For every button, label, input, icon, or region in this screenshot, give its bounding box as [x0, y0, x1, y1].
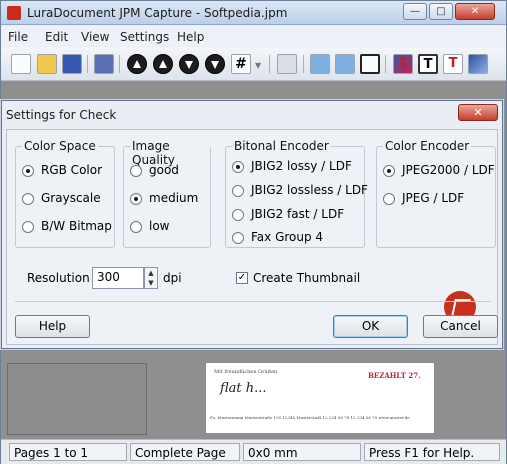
toolbar-separator: [385, 55, 386, 73]
bitonal-encoder-label: Bitonal Encoder: [232, 139, 331, 153]
document-stamp: BEZAHLT 27.: [368, 371, 421, 380]
radio-button[interactable]: [130, 165, 142, 177]
spin-down-icon[interactable]: ▼: [145, 278, 157, 288]
toolbar-separator: [303, 55, 304, 73]
radio-button[interactable]: [22, 165, 34, 177]
radio-label: JBIG2 lossless / LDF: [251, 183, 368, 197]
toolbar: # ▼ T T T: [1, 47, 506, 81]
title-bar: LuraDocument JPM Capture - Softpedia.jpm…: [1, 1, 506, 25]
new-file-icon[interactable]: [11, 54, 31, 74]
zoom-in-icon[interactable]: [310, 54, 330, 74]
menu-view[interactable]: View: [81, 30, 109, 44]
dialog-close-button[interactable]: ✕: [458, 104, 498, 121]
radio-label: JBIG2 lossy / LDF: [251, 159, 352, 173]
status-help-hint: Press F1 for Help.: [364, 443, 500, 461]
dropdown-arrow-icon[interactable]: ▼: [255, 61, 261, 70]
thumbnail-checkbox[interactable]: ✓: [236, 272, 248, 284]
go-to-page-icon[interactable]: #: [231, 54, 251, 74]
text-black-icon[interactable]: T: [418, 54, 438, 74]
menu-bar: File Edit View Settings Help: [1, 26, 506, 46]
first-page-icon[interactable]: [127, 54, 147, 74]
spin-up-icon[interactable]: ▲: [145, 268, 157, 278]
last-page-icon[interactable]: [205, 54, 225, 74]
menu-file[interactable]: File: [8, 30, 28, 44]
ok-button[interactable]: OK: [333, 315, 408, 338]
window-title: LuraDocument JPM Capture - Softpedia.jpm: [27, 6, 288, 20]
status-bar: Pages 1 to 1 Complete Page 0x0 mm Press …: [1, 439, 506, 464]
document-page[interactable]: Mit freundlichen Grüßen flat h... BEZAHL…: [206, 363, 434, 433]
help-button[interactable]: Help: [15, 315, 90, 338]
ocr-icon[interactable]: [277, 54, 297, 74]
radio-label: JPEG2000 / LDF: [402, 163, 495, 177]
background-layer-icon[interactable]: [468, 54, 488, 74]
thumbnail-pane[interactable]: [7, 363, 147, 435]
next-page-icon[interactable]: [179, 54, 199, 74]
radio-label: RGB Color: [41, 163, 103, 177]
radio-button[interactable]: [383, 165, 395, 177]
save-icon[interactable]: [62, 54, 82, 74]
close-button[interactable]: ✕: [455, 3, 495, 20]
document-signature: flat h...: [220, 381, 267, 396]
radio-button[interactable]: [130, 193, 142, 205]
dialog-divider: [15, 301, 491, 302]
bitonal-encoder-group: Bitonal Encoder JBIG2 lossy / LDF JBIG2 …: [225, 139, 368, 248]
radio-label: Fax Group 4: [251, 230, 324, 244]
radio-label: low: [149, 219, 170, 233]
menu-help[interactable]: Help: [177, 30, 204, 44]
cancel-button[interactable]: Cancel: [423, 315, 498, 338]
radio-label: medium: [149, 191, 199, 205]
scan-icon[interactable]: [94, 54, 114, 74]
status-pages: Pages 1 to 1: [9, 443, 127, 461]
dialog-body: Color Space RGB Color Grayscale B/W Bitm…: [6, 129, 498, 345]
menu-edit[interactable]: Edit: [45, 30, 68, 44]
color-encoder-group: Color Encoder JPEG2000 / LDF JPEG / LDF: [376, 139, 496, 248]
thumbnail-label: Create Thumbnail: [253, 271, 361, 285]
resolution-input[interactable]: 300: [92, 267, 144, 289]
fit-page-icon[interactable]: [360, 54, 380, 74]
document-footer: Fa. Mustermann Musterstraße 150 12345 Mu…: [210, 415, 410, 420]
radio-label: B/W Bitmap: [41, 219, 112, 233]
radio-button[interactable]: [130, 221, 142, 233]
radio-label: Grayscale: [41, 191, 101, 205]
radio-button[interactable]: [232, 209, 244, 221]
radio-button[interactable]: [22, 221, 34, 233]
toolbar-separator: [119, 55, 120, 73]
status-view: Complete Page: [130, 443, 240, 461]
menu-settings[interactable]: Settings: [120, 30, 169, 44]
open-folder-icon[interactable]: [37, 54, 57, 74]
image-quality-group: Image Quality good medium low: [123, 139, 211, 248]
radio-button[interactable]: [232, 161, 244, 173]
radio-label: JBIG2 fast / LDF: [251, 207, 345, 221]
radio-label: good: [149, 163, 179, 177]
minimize-button[interactable]: —: [403, 3, 427, 20]
color-space-label: Color Space: [22, 139, 98, 153]
document-greeting: Mit freundlichen Grüßen: [214, 369, 278, 375]
toolbar-separator: [87, 55, 88, 73]
maximize-button[interactable]: □: [429, 3, 453, 20]
color-space-group: Color Space RGB Color Grayscale B/W Bitm…: [15, 139, 115, 248]
app-icon: [7, 6, 21, 20]
text-color-icon[interactable]: T: [393, 54, 413, 74]
resolution-unit: dpi: [163, 271, 182, 285]
radio-button[interactable]: [232, 185, 244, 197]
resolution-label: Resolution: [27, 271, 90, 285]
toolbar-separator: [269, 55, 270, 73]
radio-button[interactable]: [232, 232, 244, 244]
radio-button[interactable]: [383, 193, 395, 205]
status-size: 0x0 mm: [243, 443, 361, 461]
text-red-icon[interactable]: T: [443, 54, 463, 74]
radio-label: JPEG / LDF: [402, 191, 465, 205]
resolution-spinner[interactable]: ▲ ▼: [144, 267, 158, 289]
previous-page-icon[interactable]: [153, 54, 173, 74]
color-encoder-label: Color Encoder: [383, 139, 472, 153]
settings-dialog: Settings for Check ✕ Color Space RGB Col…: [1, 100, 503, 349]
radio-button[interactable]: [22, 193, 34, 205]
zoom-out-icon[interactable]: [335, 54, 355, 74]
dialog-title: Settings for Check: [6, 108, 117, 122]
